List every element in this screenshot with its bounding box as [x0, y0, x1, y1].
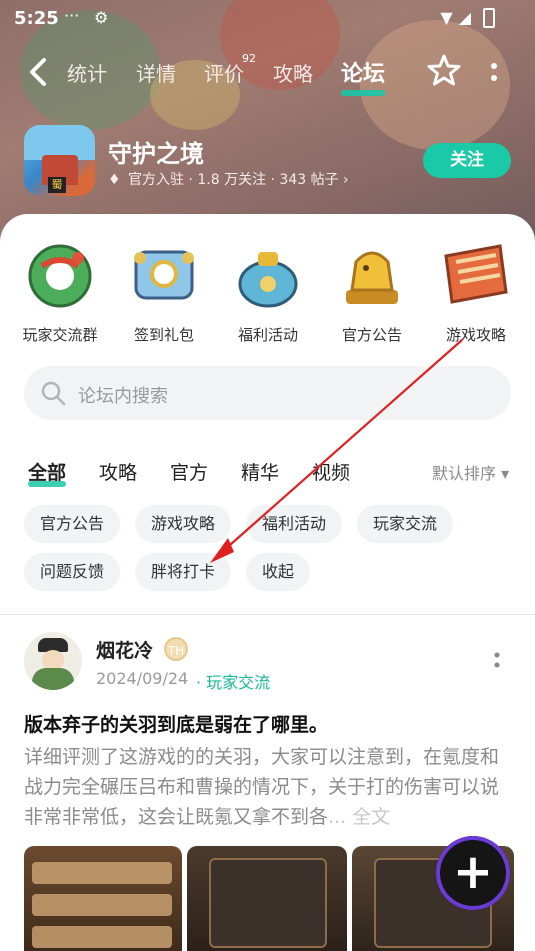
more-options-button[interactable] — [484, 58, 504, 88]
quick-link-label: 签到礼包 — [133, 326, 194, 344]
filter-tab-featured[interactable]: 精华 — [241, 458, 279, 485]
avatar-robe — [32, 668, 74, 690]
quick-link-announcements[interactable]: 官方公告 — [320, 236, 424, 345]
reviews-count-badge: 92 — [242, 52, 256, 65]
quick-link-player-group[interactable]: 玩家交流群 — [8, 236, 112, 345]
chip-player-exchange[interactable]: 玩家交流 — [357, 505, 454, 543]
post-body-text: 详细评测了这游戏的的关羽，大家可以注意到，在氪度和战力完全碾压吕布和曹操的情况下… — [24, 746, 500, 828]
icon-tag: 蜀 — [48, 177, 66, 193]
tab-stats[interactable]: 统计 — [67, 58, 107, 87]
game-meta-text: 官方入驻 · 1.8 万关注 · 343 帖子 › — [128, 172, 349, 188]
guide-scroll-icon — [438, 236, 514, 312]
avatar[interactable] — [24, 632, 82, 690]
post-more-button[interactable] — [488, 648, 506, 676]
tab-guides[interactable]: 攻略 — [273, 58, 313, 87]
chip-game-guides[interactable]: 游戏攻略 — [135, 505, 232, 543]
quick-link-game-guides[interactable]: 游戏攻略 — [424, 236, 528, 345]
image-row — [32, 926, 172, 948]
jade-ring-icon — [22, 236, 98, 312]
golden-beast-icon — [334, 236, 410, 312]
game-app-icon[interactable]: 蜀 — [24, 125, 95, 196]
post-date: 2024/09/24 — [96, 669, 189, 688]
quick-link-checkin-gift[interactable]: 签到礼包 — [112, 236, 216, 345]
quick-link-welfare[interactable]: 福利活动 — [216, 236, 320, 345]
filter-tab-video[interactable]: 视频 — [312, 458, 350, 485]
top-nav: 统计 详情 评价 92 攻略 论坛 — [0, 48, 535, 96]
post-image[interactable] — [187, 846, 347, 951]
more-vertical-icon — [494, 652, 500, 668]
forum-filters: 全部 攻略 官方 精华 视频 默认排序 ▾ 官方公告 游戏攻略 福利活动 玩家交… — [0, 440, 535, 615]
section-divider — [0, 614, 535, 615]
follow-button[interactable]: 关注 — [423, 143, 511, 178]
avatar-face — [42, 650, 64, 670]
expand-full-text-link[interactable]: ... 全文 — [328, 806, 390, 828]
filter-tab-official[interactable]: 官方 — [170, 458, 208, 485]
quick-link-label: 福利活动 — [237, 326, 298, 344]
game-header-banner: 5:25 ··· ⚙ ▼◢ 统计 详情 评价 92 攻略 论坛 蜀 守护之境 ♦… — [0, 0, 535, 250]
image-panel — [209, 858, 327, 948]
post-author[interactable]: 烟花冷 — [96, 636, 153, 663]
treasure-bag-icon — [230, 236, 306, 312]
image-row — [32, 862, 172, 884]
tab-forum[interactable]: 论坛 — [341, 56, 386, 96]
tab-reviews[interactable]: 评价 — [204, 58, 244, 87]
favorite-button[interactable] — [426, 52, 462, 88]
notification-dots: ··· — [64, 6, 80, 25]
status-bar: 5:25 ··· ⚙ ▼◢ — [0, 0, 535, 36]
filter-tab-all[interactable]: 全部 — [28, 458, 67, 487]
chip-checkin[interactable]: 胖将打卡 — [135, 553, 232, 591]
chip-welfare-events[interactable]: 福利活动 — [246, 505, 343, 543]
filter-tab-guides[interactable]: 攻略 — [99, 458, 137, 485]
search-icon — [41, 381, 66, 406]
star-icon — [427, 54, 461, 86]
verified-diamond-icon: ♦ — [108, 172, 121, 188]
sort-dropdown[interactable]: 默认排序 ▾ — [432, 460, 509, 484]
chevron-left-icon — [30, 58, 46, 86]
quick-link-label: 玩家交流群 — [22, 326, 98, 344]
forum-quick-links-card: 玩家交流群 签到礼包 福利活动 官方公告 游戏攻略 论坛内搜索 — [0, 214, 535, 440]
post-body[interactable]: 详细评测了这游戏的的关羽，大家可以注意到，在氪度和战力完全碾压吕布和曹操的情况下… — [24, 742, 514, 832]
gift-scroll-icon — [126, 236, 202, 312]
game-title: 守护之境 — [108, 140, 204, 168]
status-time: 5:25 — [14, 8, 59, 29]
battery-icon — [483, 8, 495, 28]
image-row — [32, 894, 172, 916]
search-placeholder: 论坛内搜索 — [78, 386, 168, 407]
plus-icon: + — [452, 844, 494, 900]
quick-link-label: 官方公告 — [341, 326, 402, 344]
user-level-badge: TH — [164, 637, 188, 661]
chip-collapse[interactable]: 收起 — [246, 553, 311, 591]
back-button[interactable] — [24, 54, 54, 90]
quick-link-label: 游戏攻略 — [445, 326, 506, 344]
signal-icon: ▼◢ — [440, 8, 477, 27]
game-meta-info[interactable]: ♦ 官方入驻 · 1.8 万关注 · 343 帖子 › — [108, 169, 349, 189]
create-post-button[interactable]: + — [436, 836, 510, 910]
post-title[interactable]: 版本弃子的关羽到底是弱在了哪里。 — [24, 710, 328, 737]
forum-search-input[interactable]: 论坛内搜索 — [24, 366, 511, 420]
chip-feedback[interactable]: 问题反馈 — [24, 553, 121, 591]
post-category-link[interactable]: · 玩家交流 — [196, 669, 270, 693]
post-image[interactable] — [24, 846, 182, 951]
more-vertical-icon — [491, 63, 497, 81]
settings-gear-icon: ⚙ — [94, 8, 109, 27]
chip-official-announcement[interactable]: 官方公告 — [24, 505, 121, 543]
tab-details[interactable]: 详情 — [136, 58, 176, 87]
